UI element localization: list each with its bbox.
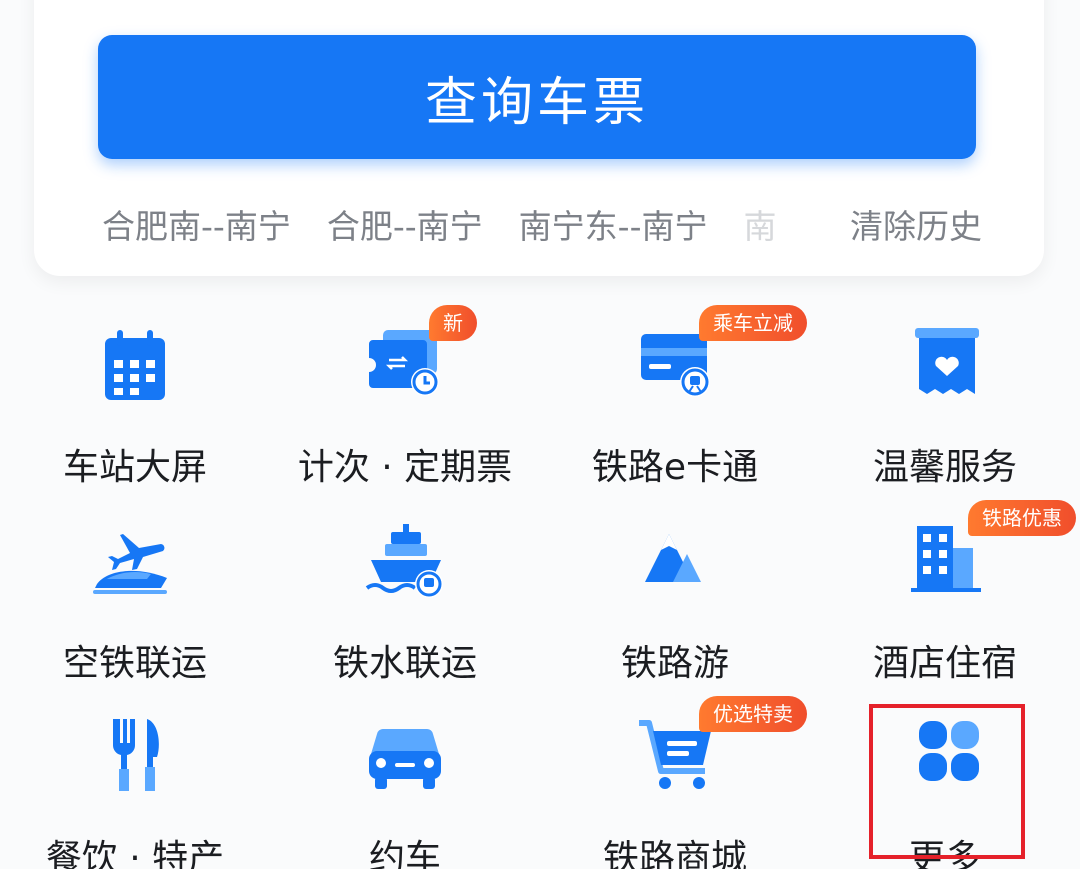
plane-train-icon <box>93 534 167 594</box>
ticket-clock-icon <box>369 330 439 396</box>
grid-item-station-screen[interactable]: 车站大屏 <box>0 326 270 506</box>
shopping-cart-icon <box>639 720 711 789</box>
home-page: 查询车票 合肥南--南宁 合肥--南宁 南宁东--南宁 南 清除历史 车站大屏 <box>0 0 1080 869</box>
grid-item-label: 酒店住宿 <box>872 643 1017 684</box>
fork-knife-icon <box>112 719 159 791</box>
grid-item-pass-ticket[interactable]: 计次 · 定期票 <box>270 326 540 506</box>
grid-item-label: 铁水联运 <box>332 643 477 684</box>
query-tickets-button[interactable]: 查询车票 <box>98 35 976 159</box>
hotel-building-icon <box>911 526 981 592</box>
grid-item-rail-mall[interactable]: 铁路商城 <box>540 717 810 869</box>
more-highlight-box <box>869 704 1025 859</box>
ship-train-icon <box>365 524 443 598</box>
car-icon <box>369 728 441 789</box>
history-item[interactable]: 合肥--南宁 <box>327 200 483 248</box>
calendar-icon <box>105 330 165 400</box>
history-item[interactable]: 南宁东--南宁 <box>519 200 708 248</box>
grid-item-label: 空铁联运 <box>62 643 207 684</box>
search-history: 合肥南--南宁 合肥--南宁 南宁东--南宁 南 清除历史 <box>102 200 982 248</box>
grid-item-label: 约车 <box>368 838 441 869</box>
new-badge: 新 <box>429 305 477 341</box>
grid-item-hotel[interactable]: 酒店住宿 <box>810 522 1080 702</box>
discount-badge: 乘车立减 <box>699 305 807 341</box>
card-train-icon <box>641 334 710 397</box>
history-item[interactable]: 合肥南--南宁 <box>102 200 291 248</box>
grid-item-label: 铁路e卡通 <box>591 447 759 488</box>
grid-item-label: 车站大屏 <box>62 447 207 488</box>
heart-box-icon <box>915 328 979 394</box>
grid-item-label: 温馨服务 <box>872 447 1017 488</box>
grid-item-food[interactable]: 餐饮 · 特产 <box>0 717 270 869</box>
special-sale-badge: 优选特卖 <box>699 696 807 732</box>
mountain-icon <box>645 534 701 582</box>
grid-item-care-service[interactable]: 温馨服务 <box>810 326 1080 506</box>
grid-item-air-rail[interactable]: 空铁联运 <box>0 522 270 702</box>
grid-item-label: 铁路商城 <box>602 838 747 869</box>
clear-history-button[interactable]: 清除历史 <box>850 200 982 248</box>
history-item-faded[interactable]: 南 <box>743 200 776 248</box>
grid-item-ride-hailing[interactable]: 约车 <box>270 717 540 869</box>
grid-item-rail-tour[interactable]: 铁路游 <box>540 522 810 702</box>
rail-discount-badge: 铁路优惠 <box>968 500 1076 536</box>
grid-item-label: 餐饮 · 特产 <box>45 838 225 869</box>
grid-item-rail-water[interactable]: 铁水联运 <box>270 522 540 702</box>
grid-item-label: 铁路游 <box>620 643 729 684</box>
grid-item-rail-ecard[interactable]: 铁路e卡通 <box>540 326 810 506</box>
grid-item-label: 计次 · 定期票 <box>297 447 513 488</box>
